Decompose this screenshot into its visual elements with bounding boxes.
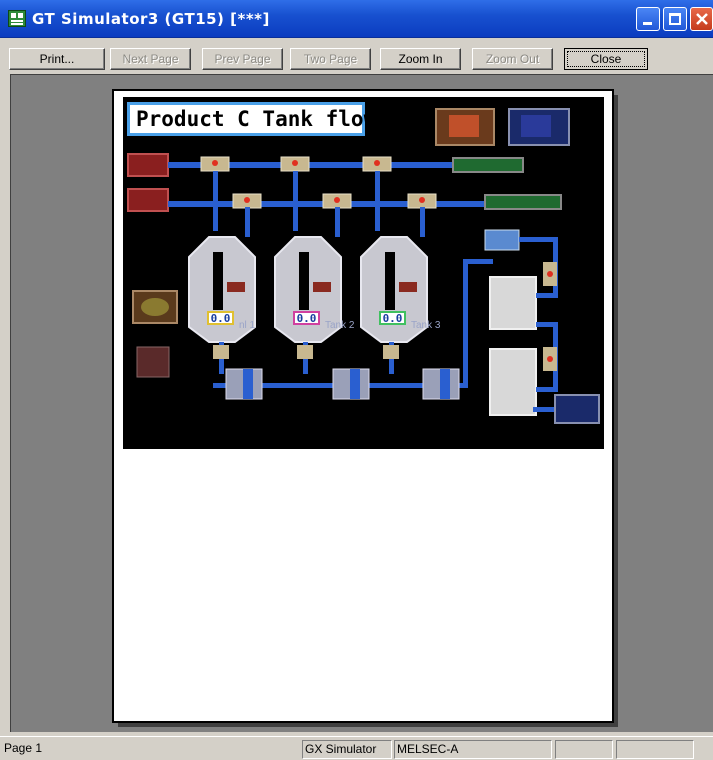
minimize-button[interactable] (636, 7, 660, 31)
minimize-icon (643, 22, 652, 25)
zoom-out-button[interactable]: Zoom Out (472, 48, 553, 70)
zoom-in-button[interactable]: Zoom In (380, 48, 461, 70)
status-page: Page 1 (4, 741, 43, 755)
title-bar[interactable]: GT Simulator3 (GT15) [***] (0, 0, 713, 38)
status-plc-type: MELSEC-A (394, 740, 552, 759)
status-bar: Page 1 GX Simulator MELSEC-A (0, 736, 713, 760)
process-flow-diagram (127, 108, 600, 424)
next-page-button[interactable]: Next Page (110, 48, 191, 70)
status-pane-empty-2 (616, 740, 694, 759)
window-title: GT Simulator3 (GT15) [***] (32, 10, 270, 28)
close-button[interactable]: Close (564, 48, 648, 70)
window-close-button[interactable] (690, 7, 713, 31)
app-icon (8, 10, 26, 27)
tank-2-label: Tank 2 (325, 320, 355, 331)
print-button[interactable]: Print... (9, 48, 105, 70)
tank-3-value: 0.0 (379, 311, 406, 325)
status-pane-empty-1 (555, 740, 613, 759)
maximize-icon (669, 13, 681, 25)
tank-1-value: 0.0 (207, 311, 234, 325)
close-icon (696, 13, 708, 25)
prev-page-button[interactable]: Prev Page (202, 48, 283, 70)
hmi-screen: Product C Tank flow 0.0 0.0 0.0 nl 1 Tan… (123, 97, 604, 449)
tank-3-label: Tank 3 (411, 320, 441, 331)
hmi-title: Product C Tank flow (127, 102, 376, 136)
close-button-label: Close (567, 51, 645, 67)
resize-grip[interactable] (697, 740, 711, 759)
maximize-button[interactable] (663, 7, 687, 31)
toolbar: Print... Next Page Prev Page Two Page Zo… (0, 38, 713, 74)
status-simulator: GX Simulator (302, 740, 392, 759)
two-page-button[interactable]: Two Page (290, 48, 371, 70)
tank-1-label: nl 1 (239, 320, 256, 331)
tank-2-value: 0.0 (293, 311, 320, 325)
